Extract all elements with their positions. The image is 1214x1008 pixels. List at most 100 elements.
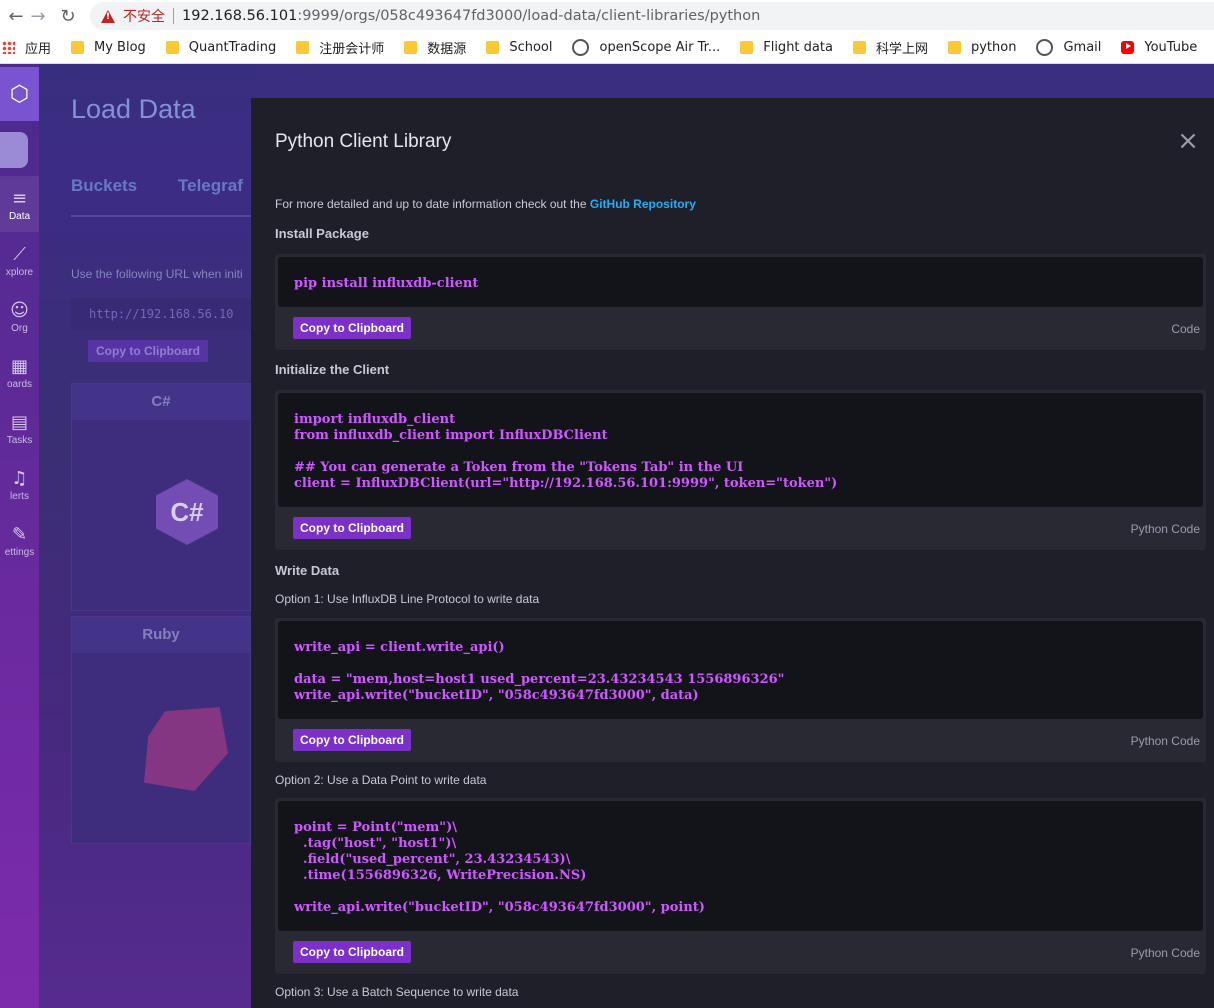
bookmark-label: Flight data [763, 40, 833, 55]
graph-icon: ⟋ [13, 244, 26, 265]
globe-icon [572, 39, 590, 56]
copy-to-clipboard-button[interactable]: Copy to Clipboard [293, 317, 411, 339]
client-card-ruby[interactable]: Ruby [71, 616, 251, 844]
influx-logo-icon[interactable]: ⬡ [0, 67, 39, 121]
bookmarks-bar: 应用 My Blog QuantTrading 注册会计师 数据源 School… [0, 32, 1214, 64]
github-repository-link[interactable]: GitHub Repository [590, 197, 696, 211]
tab-telegraf[interactable]: Telegraf [178, 176, 243, 196]
bookmark-folder[interactable]: python [947, 40, 1017, 55]
nav-label: Org [11, 323, 28, 334]
code-language-label: Python Code [1130, 522, 1200, 536]
forward-icon[interactable]: → [27, 5, 49, 27]
tab-divider [71, 215, 251, 217]
option-3-text: Option 3: Use a Batch Sequence to write … [275, 985, 519, 999]
code-language-label: Python Code [1130, 946, 1200, 960]
reload-icon[interactable]: ↻ [57, 5, 79, 27]
folder-icon [486, 41, 500, 54]
option2-code-block: point = Point("mem")\ .tag("host", "host… [275, 798, 1206, 974]
bookmark-label: YouTube [1144, 40, 1198, 55]
code-area[interactable]: pip install influxdb-client [278, 257, 1203, 307]
bookmark-link[interactable]: YouTube [1121, 40, 1197, 55]
nav-item-alerts[interactable]: ♫ lerts [0, 468, 39, 502]
card-title: C# [72, 384, 250, 420]
code-area[interactable]: import influxdb_client from influxdb_cli… [278, 393, 1203, 507]
intro-label: For more detailed and up to date informa… [275, 197, 590, 211]
avatar[interactable] [0, 132, 28, 168]
bookmark-folder[interactable]: QuantTrading [165, 40, 277, 55]
python-client-drawer: Python Client Library × For more detaile… [251, 98, 1214, 1008]
bookmark-link[interactable]: openScope Air Tr... [572, 39, 720, 56]
url-host: 192.168.56.101 [182, 8, 298, 24]
nav-item-boards[interactable]: ▦ oards [0, 356, 39, 390]
bell-icon: ♫ [11, 468, 28, 489]
security-label: 不安全 [123, 9, 165, 25]
nav-label: xplore [5, 267, 34, 278]
dashboard-icon: ▦ [10, 356, 28, 377]
code-text: point = Point("mem")\ .tag("host", "host… [294, 820, 705, 915]
client-card-csharp[interactable]: C# C# [71, 383, 251, 611]
nav-item-data[interactable]: ≡ Data [0, 176, 39, 232]
bookmark-apps[interactable]: 应用 [2, 38, 51, 57]
code-text: write_api = client.write_api() data = "m… [294, 640, 785, 703]
section-title-init: Initialize the Client [275, 362, 390, 377]
option-1-text: Option 1: Use InfluxDB Line Protocol to … [275, 592, 540, 606]
bookmark-folder[interactable]: My Blog [71, 40, 146, 55]
install-code-block: pip install influxdb-client Copy to Clip… [275, 254, 1206, 350]
address-bar[interactable]: 不安全 192.168.56.101:9999/orgs/058c493647f… [90, 2, 1214, 30]
nav-item-org[interactable]: ☺ Org [0, 300, 39, 334]
nav-item-explore[interactable]: ⟋ xplore [0, 244, 39, 278]
section-title-install: Install Package [275, 226, 369, 241]
globe-icon [1036, 39, 1054, 56]
nav-item-settings[interactable]: ✎ ettings [0, 524, 39, 558]
tab-buckets[interactable]: Buckets [71, 176, 137, 196]
bookmark-folder[interactable]: 注册会计师 [296, 38, 384, 57]
bookmark-label: 数据源 [427, 42, 467, 57]
bookmark-link[interactable]: Gmail [1036, 39, 1101, 56]
url-path: :9999/orgs/058c493647fd3000/load-data/cl… [297, 8, 761, 24]
init-code-block: import influxdb_client from influxdb_cli… [275, 390, 1206, 550]
calendar-icon: ▤ [10, 412, 28, 433]
browser-toolbar: ← → ↻ 不安全 192.168.56.101:9999/orgs/058c4… [0, 0, 1214, 32]
option1-code-block: write_api = client.write_api() data = "m… [275, 618, 1206, 762]
bookmark-folder[interactable]: 科学上网 [852, 38, 928, 57]
code-area[interactable]: write_api = client.write_api() data = "m… [278, 621, 1203, 719]
copy-url-button[interactable]: Copy to Clipboard [88, 340, 208, 362]
server-url-field: http://192.168.56.10 [71, 298, 251, 330]
copy-to-clipboard-button[interactable]: Copy to Clipboard [293, 517, 411, 539]
wrench-icon: ✎ [11, 524, 28, 545]
close-icon[interactable]: × [1176, 128, 1200, 154]
nav-label: oards [6, 379, 32, 390]
nav-item-tasks[interactable]: ▤ Tasks [0, 412, 39, 446]
bookmark-label: My Blog [94, 40, 146, 55]
intro-text: For more detailed and up to date informa… [275, 197, 696, 211]
youtube-icon [1121, 41, 1135, 54]
code-language-label: Python Code [1130, 734, 1200, 748]
nav-label: lerts [10, 491, 29, 502]
copy-to-clipboard-button[interactable]: Copy to Clipboard [293, 941, 411, 963]
bookmark-label: Gmail [1063, 40, 1102, 55]
url-separator [173, 8, 174, 24]
folder-icon [165, 41, 179, 54]
users-icon: ☺ [10, 300, 29, 321]
drawer-title: Python Client Library [275, 131, 452, 152]
option-2-text: Option 2: Use a Data Point to write data [275, 773, 487, 787]
bookmark-label: python [970, 40, 1017, 55]
bookmark-label: 科学上网 [875, 42, 928, 57]
nav-label: Tasks [6, 435, 33, 446]
apps-grid-icon [2, 41, 15, 54]
bookmark-folder[interactable]: Flight data [740, 40, 833, 55]
code-language-label: Code [1171, 322, 1200, 336]
ruby-logo-icon [144, 707, 228, 791]
code-area[interactable]: point = Point("mem")\ .tag("host", "host… [278, 801, 1203, 931]
bookmark-label: QuantTrading [188, 40, 277, 55]
section-title-write: Write Data [275, 563, 340, 578]
code-text: import influxdb_client from influxdb_cli… [294, 412, 838, 491]
bookmark-folder[interactable]: School [486, 40, 552, 55]
back-icon[interactable]: ← [5, 5, 27, 27]
copy-to-clipboard-button[interactable]: Copy to Clipboard [293, 729, 411, 751]
url-hint: Use the following URL when initi [71, 267, 243, 281]
bookmark-folder[interactable]: 数据源 [404, 38, 466, 57]
bookmark-label: 应用 [25, 42, 52, 57]
nav-label: Data [8, 211, 31, 222]
card-title: Ruby [72, 617, 250, 653]
